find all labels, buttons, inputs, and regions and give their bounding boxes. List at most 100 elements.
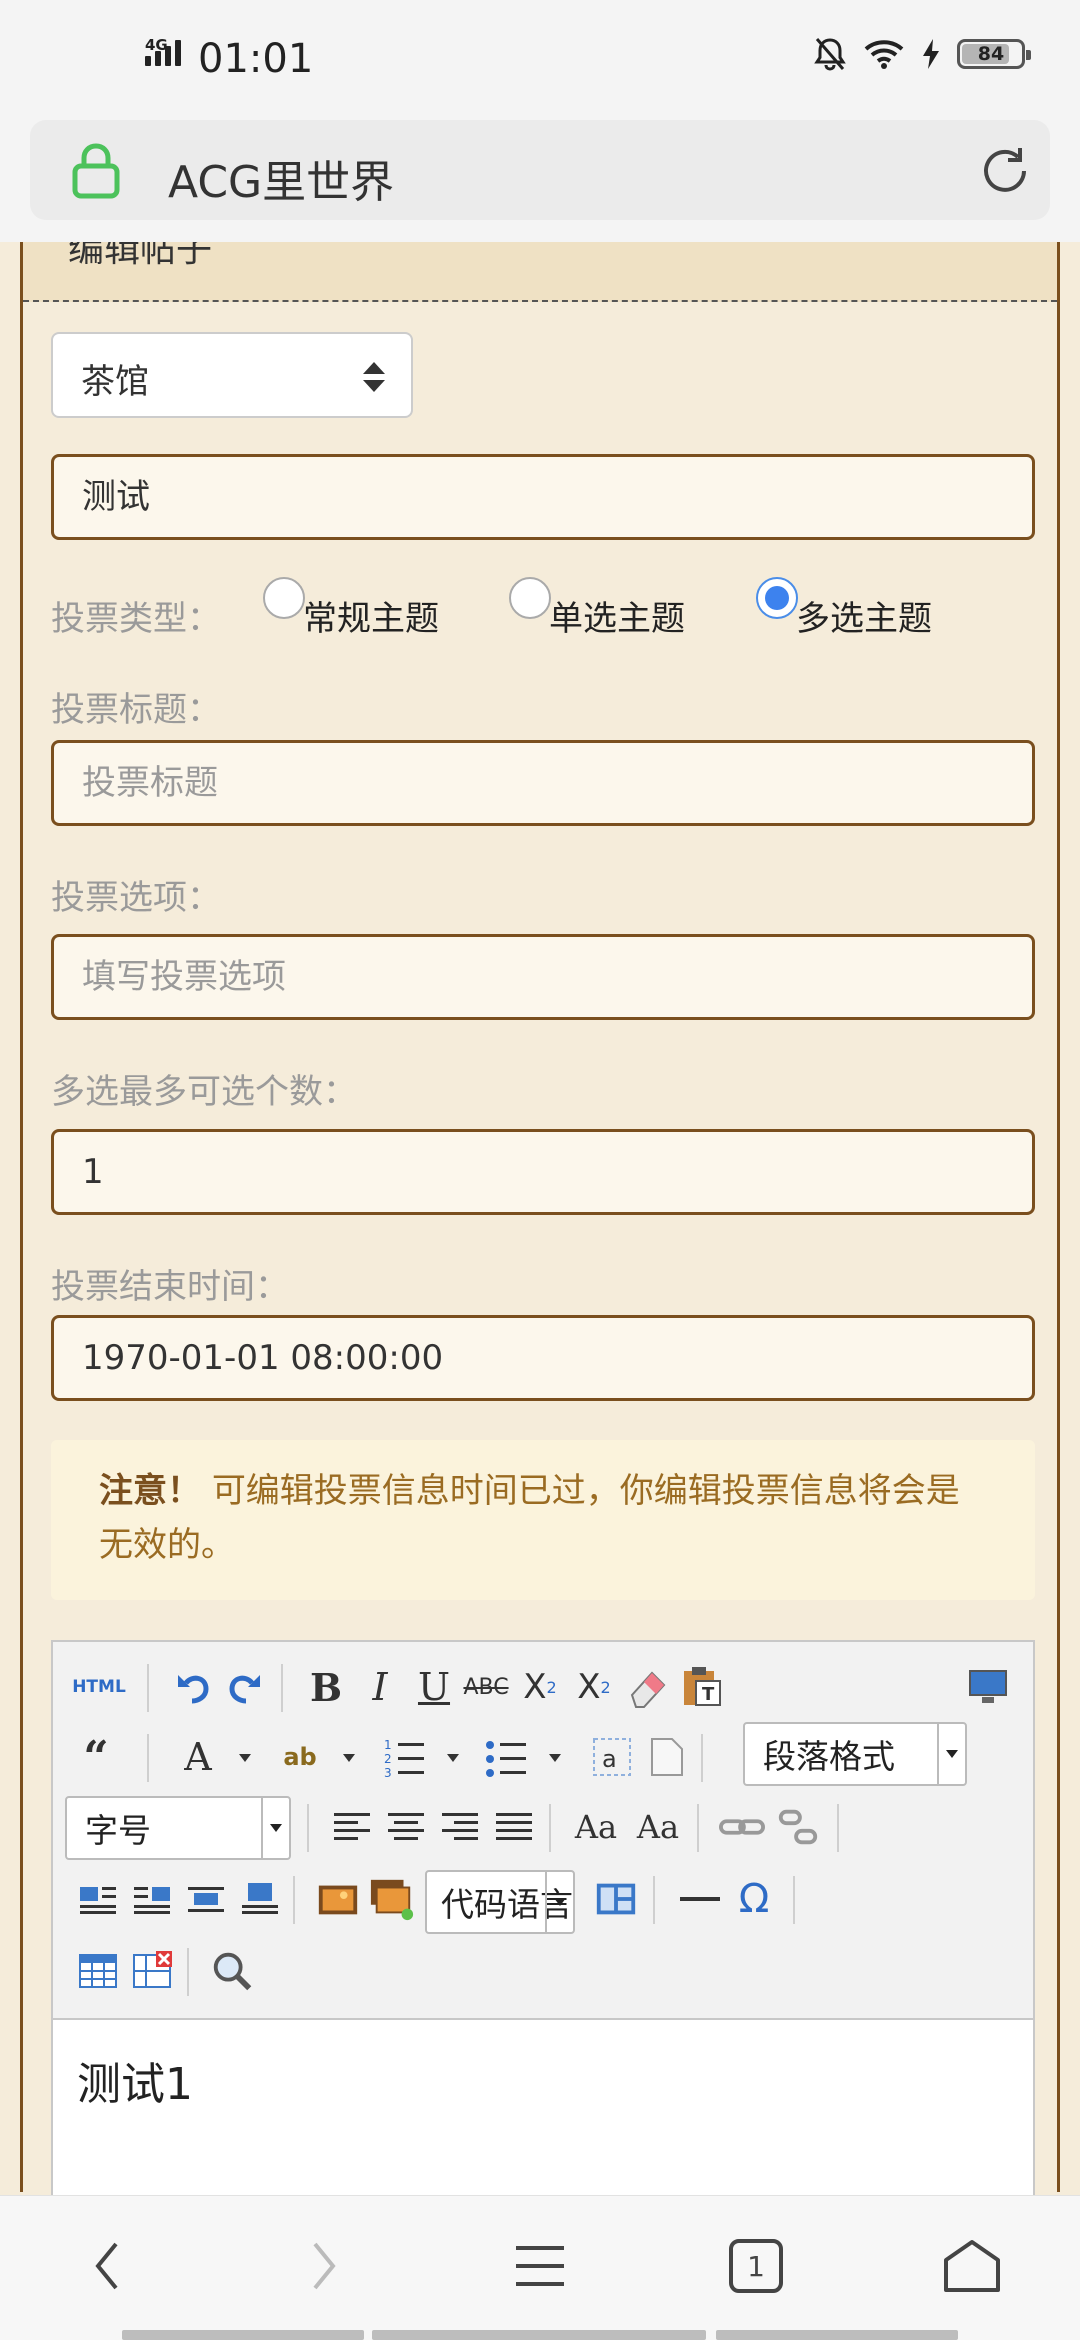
vote-title-input[interactable]: 投票标题 (51, 740, 1035, 826)
link-icon[interactable] (719, 1804, 765, 1850)
page-break-icon[interactable] (643, 1734, 689, 1780)
image-no-float-icon[interactable] (183, 1876, 229, 1922)
notice-box: 注意！ 可编辑投票信息时间已过，你编辑投票信息将会是无效的。 (51, 1440, 1035, 1600)
align-justify-icon[interactable] (491, 1804, 537, 1850)
radio-single[interactable] (509, 577, 551, 619)
panel-title: 编辑帖子 (68, 242, 213, 270)
paragraph-format-select[interactable]: 段落格式 (743, 1722, 967, 1786)
editor-toolbar: HTML B I U ABC X2 X2 T “ A ab 1 2 3 a 段落… (53, 1642, 1033, 2020)
radio-single-label: 单选主题 (549, 599, 685, 639)
signal-icon: 4G (145, 36, 181, 66)
status-bar: 4G 01:01 84 (0, 0, 1080, 120)
clock: 01:01 (198, 36, 314, 82)
bold-icon[interactable]: B (303, 1664, 349, 1710)
underline-icon[interactable]: U (411, 1664, 457, 1710)
panel-header: 编辑帖子 (23, 242, 1057, 302)
post-title-input[interactable]: 测试 (51, 454, 1035, 540)
radio-regular[interactable] (263, 577, 305, 619)
html-source-button[interactable]: HTML (67, 1664, 131, 1710)
redo-icon[interactable] (221, 1664, 267, 1710)
strikethrough-icon[interactable]: ABC (463, 1664, 509, 1710)
multi-max-input[interactable]: 1 (51, 1129, 1035, 1215)
notice-strong: 注意！ (99, 1471, 201, 1511)
vote-items-input[interactable]: 填写投票选项 (51, 934, 1035, 1020)
gesture-bar-right (716, 2330, 958, 2340)
search-replace-icon[interactable] (209, 1948, 255, 1994)
home-icon[interactable] (932, 2226, 1012, 2306)
multi-max-label: 多选最多可选个数： (51, 1072, 357, 1112)
subscript-icon[interactable]: X2 (571, 1664, 617, 1710)
preview-icon[interactable] (965, 1664, 1011, 1710)
chevron-down-icon (545, 1872, 573, 1932)
charging-icon (923, 39, 939, 69)
image-center-icon[interactable] (237, 1876, 283, 1922)
svg-text:3: 3 (384, 1766, 392, 1779)
paragraph-format-label: 段落格式 (763, 1737, 895, 1776)
increase-font-icon[interactable]: Aa (573, 1804, 619, 1850)
italic-icon[interactable]: I (357, 1664, 403, 1710)
radio-multiple[interactable] (756, 577, 798, 619)
delete-table-icon[interactable] (129, 1948, 175, 1994)
paste-text-icon[interactable]: T (679, 1664, 725, 1710)
edit-post-panel: 编辑帖子 茶馆 测试 投票类型： 常规主题 单选主题 多选主题 投票标题： 投票… (20, 242, 1060, 2200)
end-time-input[interactable]: 1970-01-01 08:00:00 (51, 1315, 1035, 1401)
align-center-icon[interactable] (383, 1804, 429, 1850)
align-left-icon[interactable] (329, 1804, 375, 1850)
gesture-bar-left (122, 2330, 364, 2340)
undo-icon[interactable] (171, 1664, 217, 1710)
category-selected: 茶馆 (81, 362, 149, 402)
tabs-icon[interactable]: 1 (716, 2226, 796, 2306)
superscript-icon[interactable]: X2 (517, 1664, 563, 1710)
back-icon[interactable] (68, 2226, 148, 2306)
gesture-bar-center (372, 2330, 706, 2340)
font-color-icon[interactable]: A (175, 1734, 221, 1780)
reload-icon[interactable] (978, 144, 1032, 198)
radio-multiple-label: 多选主题 (796, 599, 932, 639)
unlink-icon[interactable] (775, 1804, 821, 1850)
eraser-icon[interactable] (625, 1664, 671, 1710)
category-select[interactable]: 茶馆 (51, 332, 413, 418)
lock-icon (72, 143, 120, 199)
horizontal-rule-icon[interactable] (677, 1876, 723, 1922)
blockquote-icon[interactable]: “ (73, 1732, 119, 1783)
svg-text:1: 1 (384, 1738, 392, 1752)
special-char-icon[interactable]: Ω (731, 1876, 777, 1922)
notice-text: 可编辑投票信息时间已过，你编辑投票信息将会是无效的。 (99, 1471, 960, 1565)
anchor-icon[interactable]: a (589, 1734, 635, 1780)
browser-bottom-nav: 1 (0, 2195, 1080, 2340)
chevron-down-icon (261, 1798, 289, 1858)
vote-items-label: 投票选项： (51, 878, 221, 918)
svg-text:T: T (702, 1684, 715, 1705)
browser-address-area: ACG里世界 (0, 120, 1080, 242)
ordered-list-icon[interactable]: 123 (381, 1734, 427, 1780)
menu-icon[interactable] (500, 2226, 580, 2306)
image-float-left-icon[interactable] (75, 1876, 121, 1922)
insert-table-icon[interactable] (75, 1948, 121, 1994)
status-icons: 84 (813, 36, 1031, 72)
image-float-right-icon[interactable] (129, 1876, 175, 1922)
insert-image-icon[interactable] (315, 1876, 361, 1922)
bullet-list-icon[interactable] (483, 1734, 529, 1780)
address-bar[interactable]: ACG里世界 (30, 120, 1050, 220)
svg-text:2: 2 (384, 1752, 392, 1766)
vote-title-label: 投票标题： (51, 690, 221, 730)
mute-bell-icon (814, 38, 846, 71)
radio-regular-label: 常规主题 (303, 599, 439, 639)
tab-count: 1 (747, 2249, 765, 2283)
highlight-icon[interactable]: ab (277, 1734, 323, 1780)
end-time-label: 投票结束时间： (51, 1267, 289, 1307)
page-title[interactable]: ACG里世界 (168, 146, 394, 210)
template-icon[interactable] (593, 1876, 639, 1922)
align-right-icon[interactable] (437, 1804, 483, 1850)
font-size-select[interactable]: 字号 (65, 1796, 291, 1860)
vote-type-label: 投票类型： (51, 599, 221, 639)
font-size-label: 字号 (85, 1811, 151, 1850)
code-language-select[interactable]: 代码语言 (425, 1870, 575, 1934)
decrease-font-icon[interactable]: Aa (635, 1804, 681, 1850)
battery-level: 84 (977, 43, 1005, 65)
forward-icon[interactable] (283, 2226, 363, 2306)
editor-content[interactable]: 测试1 (53, 2022, 1033, 2138)
insert-gallery-icon[interactable] (369, 1876, 415, 1922)
chevron-down-icon (937, 1724, 965, 1784)
svg-text:a: a (602, 1745, 617, 1773)
